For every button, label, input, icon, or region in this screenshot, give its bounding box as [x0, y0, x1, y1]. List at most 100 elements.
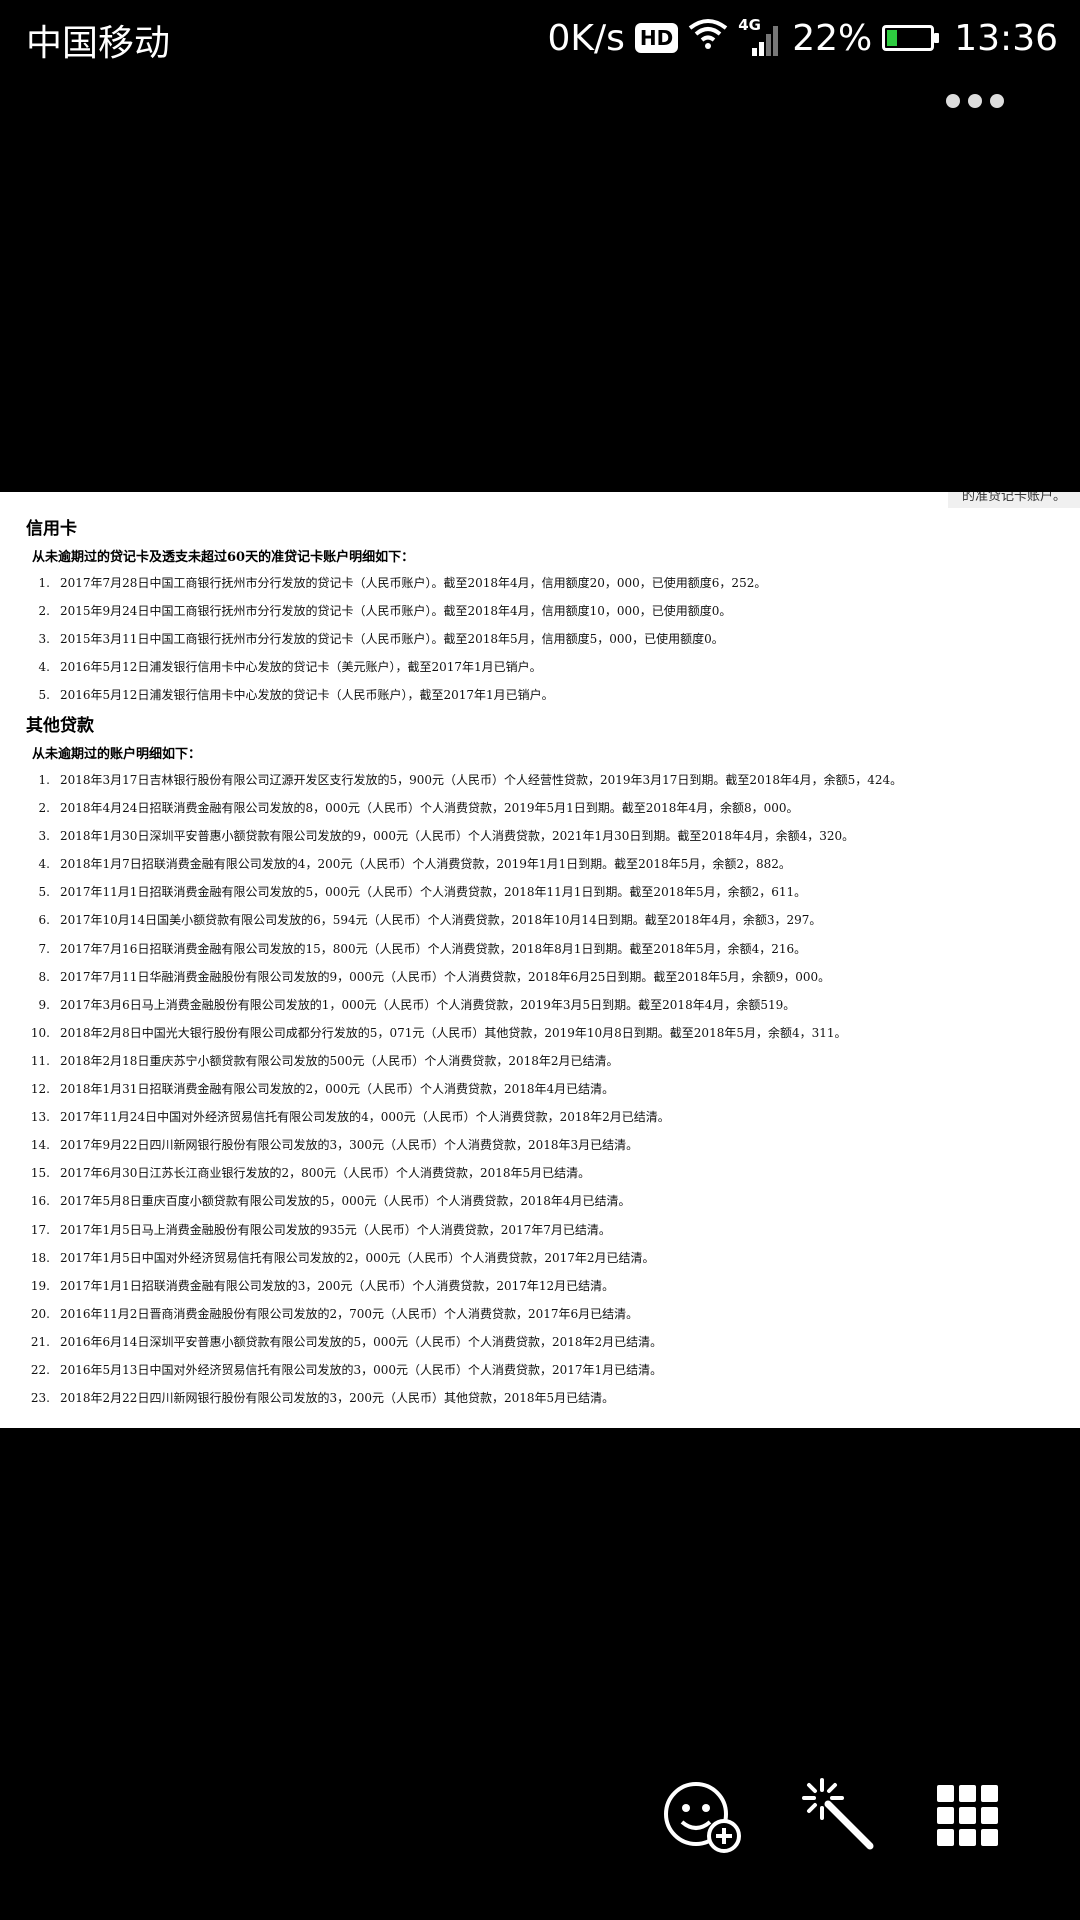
- network-speed: 0K/s: [547, 17, 625, 59]
- list-item: 2. 2015年9月24日中国工商银行抚州市分行发放的贷记卡（人民币账户）。截至2…: [0, 597, 1080, 625]
- list-item-text: 2016年6月14日深圳平安普惠小额贷款有限公司发放的5，000元（人民币）个人…: [60, 1334, 663, 1349]
- list-item-number: 20.: [30, 1306, 50, 1321]
- previous-line-fragment: 的准贷记卡账户。: [948, 492, 1080, 508]
- list-item: 6. 2017年10月14日国美小额贷款有限公司发放的6，594元（人民币）个人消…: [0, 906, 1080, 934]
- list-item-text: 2017年7月11日华融消费金融股份有限公司发放的9，000元（人民币）个人消费…: [60, 969, 831, 984]
- list-item-text: 2016年5月12日浦发银行信用卡中心发放的贷记卡（人民币账户），截至2017年…: [60, 688, 554, 703]
- list-item: 19. 2017年1月1日招联消费金融有限公司发放的3，200元（人民币）个人消费…: [0, 1272, 1080, 1300]
- list-item: 4. 2016年5月12日浦发银行信用卡中心发放的贷记卡（美元账户），截至2017…: [0, 653, 1080, 681]
- list-item-text: 2017年10月14日国美小额贷款有限公司发放的6，594元（人民币）个人消费贷…: [60, 913, 822, 928]
- grid-icon[interactable]: [928, 1776, 1008, 1856]
- list-item: 14. 2017年9月22日四川新网银行股份有限公司发放的3，300元（人民币）个…: [0, 1131, 1080, 1159]
- list-item: 1. 2017年7月28日中国工商银行抚州市分行发放的贷记卡（人民币账户）。截至2…: [0, 569, 1080, 597]
- list-item-text: 2017年5月8日重庆百度小额贷款有限公司发放的5，000元（人民币）个人消费贷…: [60, 1194, 631, 1209]
- list-item-number: 18.: [30, 1250, 50, 1265]
- other-loans-heading: 其他贷款: [26, 716, 94, 736]
- list-item-text: 2017年1月5日马上消费金融股份有限公司发放的935元（人民币）个人消费贷款，…: [60, 1222, 611, 1237]
- list-item-text: 2018年2月18日重庆苏宁小额贷款有限公司发放的500元（人民币）个人消费贷款…: [60, 1053, 619, 1068]
- hd-icon: HD: [634, 23, 679, 53]
- more-options-icon[interactable]: [946, 94, 1004, 108]
- list-item-text: 2017年1月5日中国对外经济贸易信托有限公司发放的2，000元（人民币）个人消…: [60, 1250, 655, 1265]
- wifi-icon: [688, 18, 728, 59]
- list-item: 16. 2017年5月8日重庆百度小额贷款有限公司发放的5，000元（人民币）个人…: [0, 1187, 1080, 1215]
- magic-wand-icon[interactable]: [800, 1776, 880, 1856]
- list-item-number: 12.: [30, 1082, 50, 1097]
- list-item: 18. 2017年1月5日中国对外经济贸易信托有限公司发放的2，000元（人民币）…: [0, 1244, 1080, 1272]
- list-item-text: 2017年6月30日江苏长江商业银行发放的2，800元（人民币）个人消费贷款，2…: [60, 1166, 591, 1181]
- other-loans-subheading: 从未逾期过的账户明细如下：: [32, 747, 202, 762]
- list-item-number: 4.: [38, 660, 50, 675]
- list-item-number: 15.: [30, 1166, 50, 1181]
- list-item-number: 8.: [38, 969, 50, 984]
- list-item-number: 21.: [30, 1334, 50, 1349]
- list-item-number: 1.: [38, 576, 50, 590]
- list-item: 23. 2018年2月22日四川新网银行股份有限公司发放的3，200元（人民币）其…: [0, 1384, 1080, 1412]
- list-item: 5. 2017年11月1日招联消费金融有限公司发放的5，000元（人民币）个人消费…: [0, 878, 1080, 906]
- list-item-text: 2015年9月24日中国工商银行抚州市分行发放的贷记卡（人民币账户）。截至201…: [60, 604, 732, 619]
- list-item-number: 16.: [30, 1194, 50, 1209]
- list-item: 4. 2018年1月7日招联消费金融有限公司发放的4，200元（人民币）个人消费贷…: [0, 850, 1080, 878]
- list-item: 22. 2016年5月13日中国对外经济贸易信托有限公司发放的3，000元（人民币…: [0, 1356, 1080, 1384]
- list-item-text: 2018年3月17日吉林银行股份有限公司辽源开发区支行发放的5，900元（人民币…: [60, 773, 903, 787]
- list-item: 12. 2018年1月31日招联消费金融有限公司发放的2，000元（人民币）个人消…: [0, 1075, 1080, 1103]
- list-item: 17. 2017年1月5日马上消费金融股份有限公司发放的935元（人民币）个人消费…: [0, 1216, 1080, 1244]
- list-item: 8. 2017年7月11日华融消费金融股份有限公司发放的9，000元（人民币）个人…: [0, 963, 1080, 991]
- status-indicators: 0K/s HD 4G 22% 13:36: [547, 10, 1058, 66]
- credit-card-list: 1. 2017年7月28日中国工商银行抚州市分行发放的贷记卡（人民币账户）。截至2…: [0, 569, 1080, 709]
- list-item: 5. 2016年5月12日浦发银行信用卡中心发放的贷记卡（人民币账户），截至201…: [0, 681, 1080, 709]
- credit-card-subheading: 从未逾期过的贷记卡及透支未超过60天的准贷记卡账户明细如下：: [32, 550, 415, 565]
- list-item: 2. 2018年4月24日招联消费金融有限公司发放的8，000元（人民币）个人消费…: [0, 794, 1080, 822]
- list-item-number: 17.: [30, 1222, 50, 1237]
- list-item-text: 2017年9月22日四川新网银行股份有限公司发放的3，300元（人民币）个人消费…: [60, 1138, 639, 1153]
- list-item-number: 11.: [30, 1053, 50, 1068]
- list-item-text: 2018年4月24日招联消费金融有限公司发放的8，000元（人民币）个人消费贷款…: [60, 801, 799, 816]
- list-item-number: 7.: [38, 941, 50, 956]
- list-item-number: 3.: [38, 829, 50, 844]
- list-item-number: 5.: [38, 688, 50, 703]
- document-image: 的准贷记卡账户。 信用卡 从未逾期过的贷记卡及透支未超过60天的准贷记卡账户明细…: [0, 492, 1080, 1428]
- list-item-number: 3.: [38, 632, 50, 647]
- list-item-text: 2016年5月13日中国对外经济贸易信托有限公司发放的3，000元（人民币）个人…: [60, 1362, 663, 1377]
- list-item: 7. 2017年7月16日招联消费金融有限公司发放的15，800元（人民币）个人消…: [0, 935, 1080, 963]
- list-item: 9. 2017年3月6日马上消费金融股份有限公司发放的1，000元（人民币）个人消…: [0, 991, 1080, 1019]
- list-item: 3. 2015年3月11日中国工商银行抚州市分行发放的贷记卡（人民币账户）。截至2…: [0, 625, 1080, 653]
- list-item-number: 2.: [38, 604, 50, 619]
- list-item-text: 2015年3月11日中国工商银行抚州市分行发放的贷记卡（人民币账户）。截至201…: [60, 632, 724, 647]
- list-item-text: 2017年1月1日招联消费金融有限公司发放的3，200元（人民币）个人消费贷款，…: [60, 1278, 615, 1293]
- list-item-text: 2017年7月28日中国工商银行抚州市分行发放的贷记卡（人民币账户）。截至201…: [60, 576, 767, 590]
- list-item-text: 2017年3月6日马上消费金融股份有限公司发放的1，000元（人民币）个人消费贷…: [60, 997, 796, 1012]
- list-item: 3. 2018年1月30日深圳平安普惠小额贷款有限公司发放的9，000元（人民币）…: [0, 822, 1080, 850]
- battery-icon: [882, 25, 940, 51]
- list-item-number: 6.: [38, 913, 50, 928]
- list-item: 11. 2018年2月18日重庆苏宁小额贷款有限公司发放的500元（人民币）个人消…: [0, 1047, 1080, 1075]
- list-item-number: 13.: [30, 1110, 50, 1125]
- list-item-text: 2018年1月7日招联消费金融有限公司发放的4，200元（人民币）个人消费贷款，…: [60, 857, 791, 872]
- list-item-text: 2018年2月22日四川新网银行股份有限公司发放的3，200元（人民币）其他贷款…: [60, 1391, 615, 1406]
- add-emoji-icon[interactable]: [662, 1776, 742, 1856]
- list-item-number: 4.: [38, 857, 50, 872]
- clock: 13:36: [954, 17, 1058, 59]
- list-item-number: 1.: [38, 773, 50, 787]
- battery-percent: 22%: [792, 17, 873, 59]
- status-bar: 中国移动 0K/s HD 4G 22% 13:36: [0, 0, 1080, 76]
- list-item-text: 2017年11月1日招联消费金融有限公司发放的5，000元（人民币）个人消费贷款…: [60, 885, 807, 900]
- list-item-text: 2018年1月31日招联消费金融有限公司发放的2，000元（人民币）个人消费贷款…: [60, 1082, 615, 1097]
- list-item-number: 10.: [30, 1025, 50, 1040]
- list-item-number: 5.: [38, 885, 50, 900]
- list-item-number: 22.: [30, 1362, 50, 1377]
- list-item-text: 2016年5月12日浦发银行信用卡中心发放的贷记卡（美元账户），截至2017年1…: [60, 660, 542, 675]
- list-item: 21. 2016年6月14日深圳平安普惠小额贷款有限公司发放的5，000元（人民币…: [0, 1328, 1080, 1356]
- list-item: 10. 2018年2月8日中国光大银行股份有限公司成都分行发放的5，071元（人民…: [0, 1019, 1080, 1047]
- list-item-number: 23.: [30, 1391, 50, 1406]
- list-item-text: 2018年1月30日深圳平安普惠小额贷款有限公司发放的9，000元（人民币）个人…: [60, 829, 855, 844]
- list-item-number: 14.: [30, 1138, 50, 1153]
- list-item: 13. 2017年11月24日中国对外经济贸易信托有限公司发放的4，000元（人民…: [0, 1103, 1080, 1131]
- list-item-number: 19.: [30, 1278, 50, 1293]
- list-item-number: 2.: [38, 801, 50, 816]
- list-item: 15. 2017年6月30日江苏长江商业银行发放的2，800元（人民币）个人消费贷…: [0, 1159, 1080, 1187]
- other-loans-list: 1. 2018年3月17日吉林银行股份有限公司辽源开发区支行发放的5，900元（人…: [0, 766, 1080, 1412]
- list-item-number: 9.: [38, 997, 50, 1012]
- list-item: 1. 2018年3月17日吉林银行股份有限公司辽源开发区支行发放的5，900元（人…: [0, 766, 1080, 794]
- list-item-text: 2017年7月16日招联消费金融有限公司发放的15，800元（人民币）个人消费贷…: [60, 941, 807, 956]
- credit-card-heading: 信用卡: [26, 519, 77, 539]
